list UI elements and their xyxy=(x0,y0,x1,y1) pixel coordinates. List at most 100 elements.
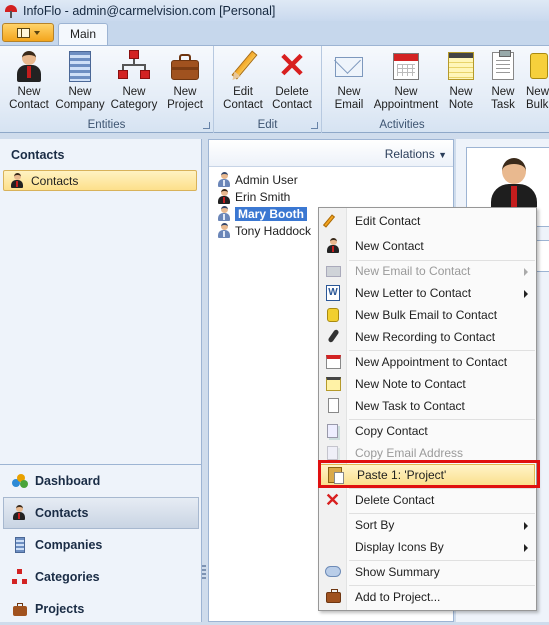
briefcase-icon xyxy=(168,49,202,83)
user-icon xyxy=(217,206,231,221)
new-contact-button[interactable]: New Contact xyxy=(6,49,52,112)
list-item-label: Mary Booth xyxy=(235,206,307,221)
menu-item-new-task[interactable]: New Task to Contact xyxy=(319,395,536,417)
ribbon-group-activities: New Email New Appointment New Note New T… xyxy=(322,46,549,133)
dialog-launcher-icon[interactable] xyxy=(203,122,210,129)
new-project-button[interactable]: New Project xyxy=(162,49,208,112)
submenu-arrow-icon xyxy=(524,544,528,552)
list-item[interactable]: Erin Smith xyxy=(217,188,290,205)
navigation-pane: Contacts Contacts Dashboard Contacts Com… xyxy=(0,139,202,622)
delete-contact-button[interactable]: ✕ Delete Contact xyxy=(268,49,316,112)
list-item-label: Tony Haddock xyxy=(235,223,312,238)
hierarchy-icon xyxy=(12,569,28,585)
list-item[interactable]: Admin User xyxy=(217,171,298,188)
new-appointment-button[interactable]: New Appointment xyxy=(372,49,440,112)
menu-item-new-bulk-email[interactable]: New Bulk Email to Contact xyxy=(319,304,536,326)
navigation-pane-header: Contacts xyxy=(11,148,65,162)
new-project-label-1: New xyxy=(173,86,197,98)
menu-item-delete-contact[interactable]: ✕ Delete Contact xyxy=(319,489,536,511)
nav-categories[interactable]: Categories xyxy=(0,561,202,593)
menu-item-new-email[interactable]: New Email to Contact xyxy=(319,260,536,282)
new-task-label-2: Task xyxy=(491,99,515,111)
new-company-button[interactable]: New Company xyxy=(54,49,106,112)
menu-item-edit-contact[interactable]: Edit Contact xyxy=(319,210,536,232)
pencil-icon xyxy=(319,210,347,232)
nav-dashboard[interactable]: Dashboard xyxy=(0,465,202,497)
application-menu-button[interactable] xyxy=(2,23,54,42)
briefcase-icon xyxy=(12,601,28,617)
menu-item-label: New Letter to Contact xyxy=(355,286,472,300)
menu-item-label: Delete Contact xyxy=(355,493,435,507)
new-company-label-1: New xyxy=(68,86,92,98)
nav-companies[interactable]: Companies xyxy=(0,529,202,561)
menu-item-new-letter[interactable]: W New Letter to Contact xyxy=(319,282,536,304)
menu-item-show-summary[interactable]: Show Summary xyxy=(319,561,536,583)
ribbon-group-label-entities: Entities xyxy=(87,119,126,131)
menu-item-new-recording[interactable]: New Recording to Contact xyxy=(319,326,536,348)
menu-item-label: Sort By xyxy=(355,518,395,532)
tab-main[interactable]: Main xyxy=(58,23,108,46)
menu-item-label: New Contact xyxy=(355,239,424,253)
new-email-label-2: Email xyxy=(334,99,364,111)
ribbon: New Contact New Company New Category New xyxy=(0,45,549,133)
hierarchy-icon xyxy=(117,49,151,83)
list-item-label: Admin User xyxy=(235,172,298,187)
new-email-button[interactable]: New Email xyxy=(328,49,370,112)
new-task-button[interactable]: New Task xyxy=(484,49,522,112)
clipboard-icon xyxy=(319,395,347,417)
new-email-label-1: New xyxy=(337,86,361,98)
folder-item-label: Contacts xyxy=(31,173,79,188)
building-icon xyxy=(12,537,28,553)
menu-item-copy-contact[interactable]: Copy Contact xyxy=(319,420,536,442)
nav-contacts[interactable]: Contacts xyxy=(3,497,199,529)
navigation-buttons: Dashboard Contacts Companies Categories … xyxy=(0,464,202,625)
window-title: InfoFlo - admin@carmelvision.com [Person… xyxy=(23,3,276,18)
new-note-label-1: New xyxy=(449,86,473,98)
delete-x-icon: ✕ xyxy=(325,490,341,510)
menu-item-label: New Bulk Email to Contact xyxy=(355,308,498,322)
new-note-button[interactable]: New Note xyxy=(442,49,480,112)
menu-item-new-appointment[interactable]: New Appointment to Contact xyxy=(319,351,536,373)
calendar-icon xyxy=(319,351,347,373)
nav-projects[interactable]: Projects xyxy=(0,593,202,625)
copy-icon xyxy=(319,420,347,442)
delete-contact-label-2: Contact xyxy=(272,99,312,111)
title-bar: InfoFlo - admin@carmelvision.com [Person… xyxy=(0,0,549,21)
folder-item-contacts[interactable]: Contacts xyxy=(3,170,197,191)
list-item[interactable]: Tony Haddock xyxy=(217,222,311,239)
new-category-label-1: New xyxy=(122,86,146,98)
menu-item-display-icons-by[interactable]: Display Icons By xyxy=(319,536,536,558)
new-appointment-label-1: New xyxy=(394,86,418,98)
new-bulk-button[interactable]: New Bulk xyxy=(526,49,549,112)
menu-item-label: Add to Project... xyxy=(355,590,441,604)
edit-contact-button[interactable]: Edit Contact xyxy=(220,49,266,112)
new-contact-label-2: Contact xyxy=(9,99,49,111)
menu-item-label: Copy Contact xyxy=(355,424,428,438)
nav-companies-label: Companies xyxy=(35,538,103,552)
new-appointment-label-2: Appointment xyxy=(373,99,439,111)
new-category-button[interactable]: New Category xyxy=(108,49,160,112)
app-menu-icon xyxy=(16,27,30,38)
menu-item-add-to-project[interactable]: Add to Project... xyxy=(319,586,536,608)
menu-item-new-note[interactable]: New Note to Contact xyxy=(319,373,536,395)
dialog-launcher-icon[interactable] xyxy=(311,122,318,129)
contact-person-icon xyxy=(12,49,46,83)
submenu-arrow-icon xyxy=(524,522,528,530)
nav-categories-label: Categories xyxy=(35,570,100,584)
menu-item-sort-by[interactable]: Sort By xyxy=(319,514,536,536)
briefcase-icon xyxy=(319,586,347,608)
menu-item-new-contact[interactable]: New Contact xyxy=(319,235,536,257)
relations-label: Relations xyxy=(384,147,435,161)
splitter-handle[interactable] xyxy=(202,565,206,581)
menu-item-label: New Appointment to Contact xyxy=(355,355,508,369)
envelope-icon xyxy=(319,260,347,282)
nav-dashboard-label: Dashboard xyxy=(35,474,101,488)
annotation-highlight-box xyxy=(318,460,540,488)
menu-item-label: New Note to Contact xyxy=(355,377,466,391)
envelope-icon xyxy=(332,49,366,83)
relations-dropdown[interactable]: Relations ▼ xyxy=(385,147,447,161)
pencil-icon xyxy=(226,49,260,83)
list-item[interactable]: Mary Booth xyxy=(217,205,307,222)
submenu-arrow-icon xyxy=(524,268,528,276)
notepad-icon xyxy=(444,49,478,83)
